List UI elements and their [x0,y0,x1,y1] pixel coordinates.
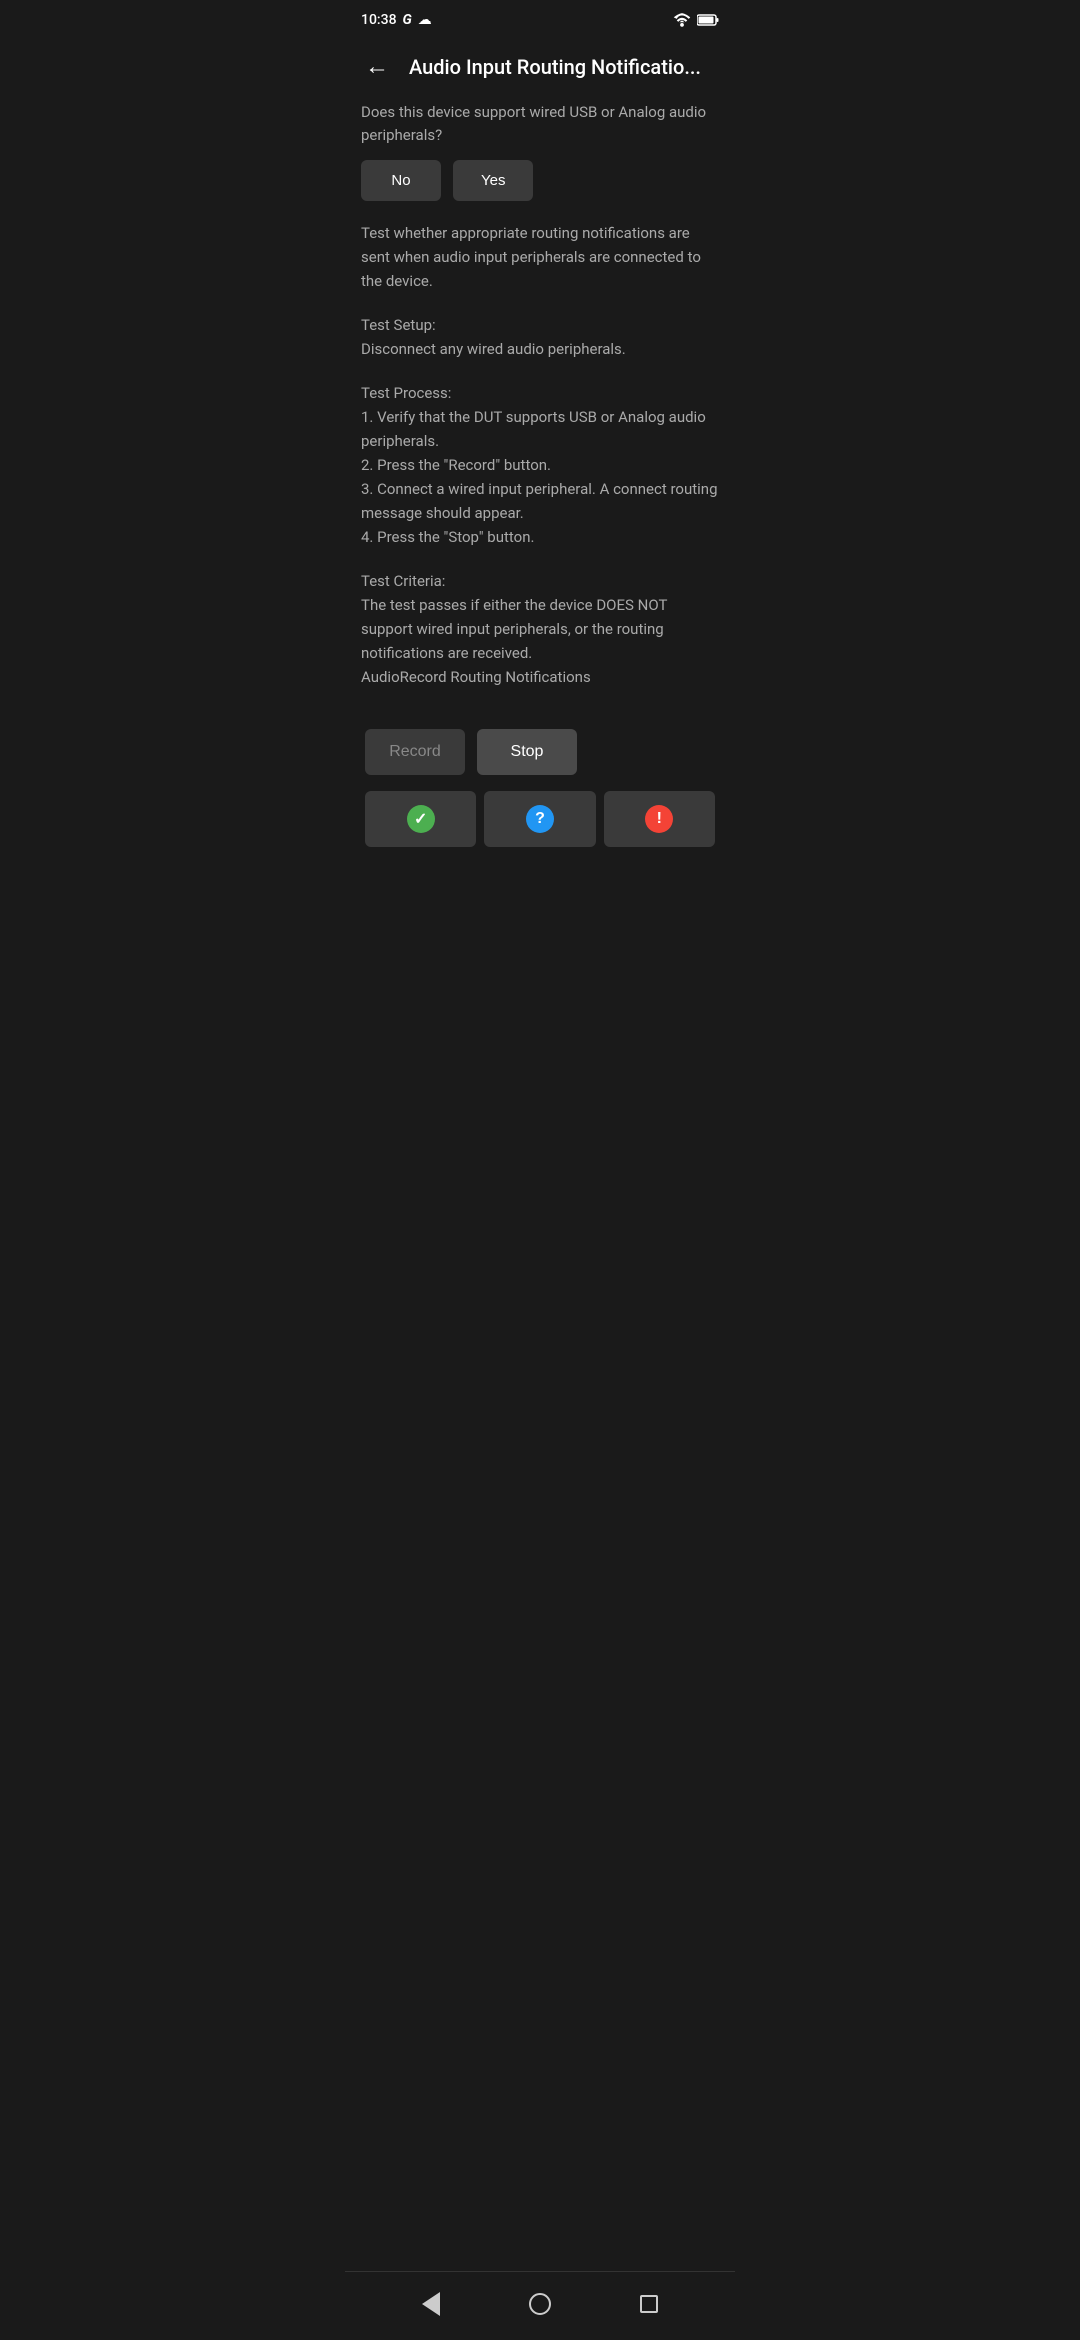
stop-button[interactable]: Stop [477,729,577,775]
nav-back-icon [422,2292,440,2316]
nav-back-button[interactable] [414,2284,448,2324]
test-setup-label: Test Setup: [361,316,436,334]
description-text: Test whether appropriate routing notific… [361,221,719,293]
fail-icon: ! [645,805,673,833]
status-left: 10:38 G ☁ [361,12,432,28]
header: ← Audio Input Routing Notificatio... [345,36,735,101]
wifi-icon [673,13,691,27]
test-criteria-text: The test passes if either the device DOE… [361,596,667,662]
nav-recent-button[interactable] [632,2287,666,2321]
nav-home-icon [529,2293,551,2315]
yes-button[interactable]: Yes [453,160,533,201]
no-button[interactable]: No [361,160,441,201]
status-bar: 10:38 G ☁ [345,0,735,36]
test-process-step-3: 3. Connect a wired input peripheral. A c… [361,480,718,522]
test-setup-section: Test Setup: Disconnect any wired audio p… [361,313,719,361]
test-setup-text: Disconnect any wired audio peripherals. [361,340,626,358]
test-criteria-label: Test Criteria: [361,572,445,590]
test-process-step-4: 4. Press the "Stop" button. [361,528,534,546]
pass-button[interactable]: ✓ [365,791,476,847]
record-button[interactable]: Record [365,729,465,775]
fail-button[interactable]: ! [604,791,715,847]
page-title: Audio Input Routing Notificatio... [409,55,719,79]
main-content: Does this device support wired USB or An… [345,101,735,847]
test-name: AudioRecord Routing Notifications [361,668,591,686]
status-right [673,13,719,27]
action-buttons: Record Stop [361,729,719,775]
info-icon: ? [526,805,554,833]
nav-bar [345,2271,735,2340]
pass-icon: ✓ [407,805,435,833]
info-button[interactable]: ? [484,791,595,847]
nav-recent-icon [640,2295,658,2313]
cloud-icon: ☁ [418,12,432,28]
nav-home-button[interactable] [521,2285,559,2323]
choice-buttons: No Yes [361,160,719,201]
test-process-step-1: 1. Verify that the DUT supports USB or A… [361,408,706,450]
time-label: 10:38 [361,12,397,28]
google-icon: G [403,12,412,28]
result-buttons: ✓ ? ! [361,791,719,847]
back-button[interactable]: ← [361,48,393,85]
test-process-section: Test Process: 1. Verify that the DUT sup… [361,381,719,549]
question-text: Does this device support wired USB or An… [361,101,719,146]
battery-icon [697,14,719,26]
test-process-step-2: 2. Press the "Record" button. [361,456,551,474]
test-process-label: Test Process: [361,384,451,402]
test-criteria-section: Test Criteria: The test passes if either… [361,569,719,689]
